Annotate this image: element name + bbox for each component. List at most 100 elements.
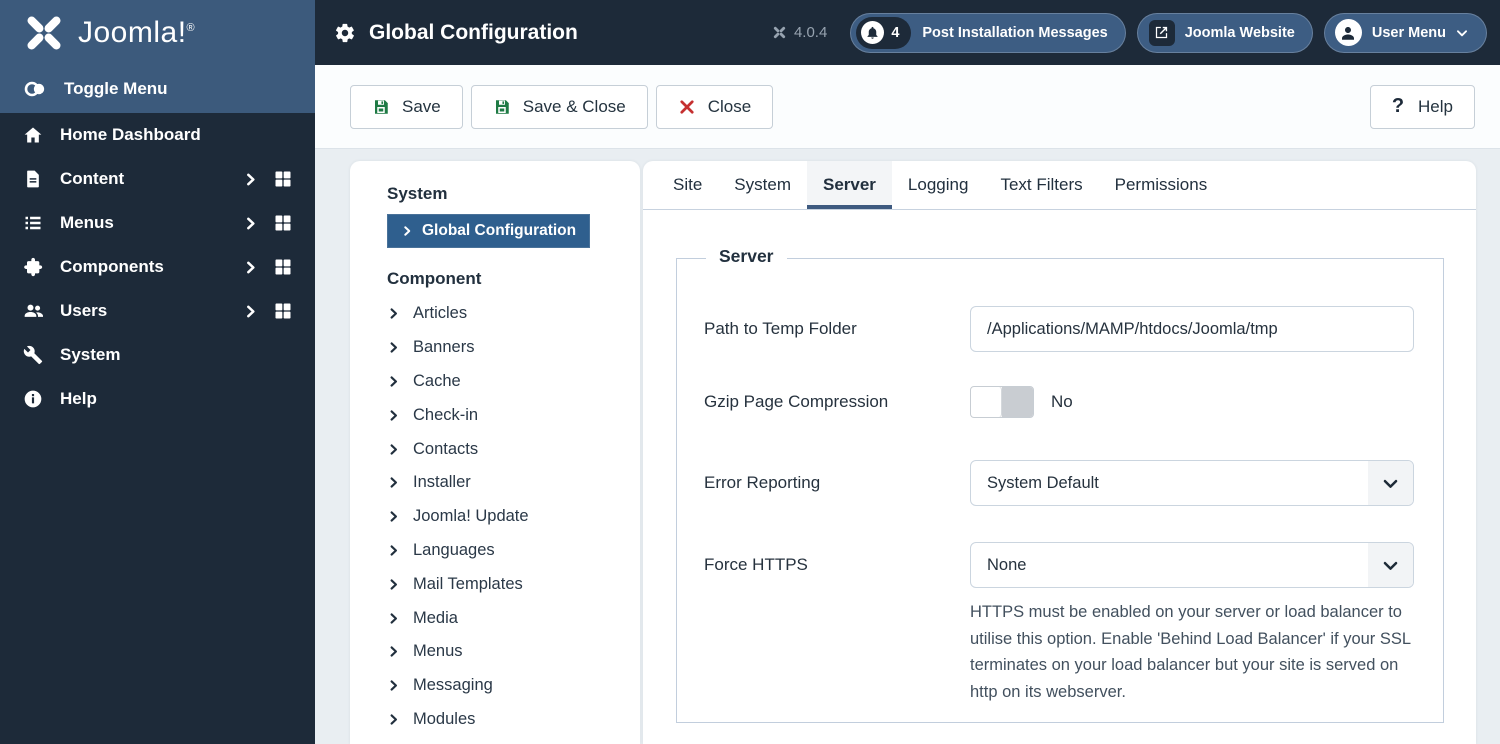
chevron-right-icon[interactable] [243, 172, 258, 187]
gear-icon [334, 22, 356, 44]
sidebar-item-system[interactable]: System [0, 333, 315, 377]
field-row-gzip-compression: Gzip Page Compression No [677, 386, 1443, 418]
field-row-path-to-temp-folder: Path to Temp Folder [677, 306, 1443, 352]
chevron-down-icon [1455, 26, 1469, 40]
save-button[interactable]: Save [350, 84, 463, 129]
component-heading: Component [387, 269, 482, 288]
toggle-value: No [1051, 392, 1073, 411]
grid-icon[interactable] [273, 257, 293, 277]
external-link-icon [1154, 25, 1169, 40]
component-item-contacts[interactable]: Contacts [387, 432, 622, 466]
notification-count: 4 [891, 24, 900, 41]
tab-permissions[interactable]: Permissions [1099, 161, 1224, 209]
tab-server[interactable]: Server [806, 161, 892, 209]
selected-option: System Default [987, 473, 1099, 492]
sidebar-item-help[interactable]: Help [0, 377, 315, 421]
chevron-right-icon [401, 225, 413, 237]
toggle-menu-label: Toggle Menu [64, 79, 168, 98]
component-item-joomla-update[interactable]: Joomla! Update [387, 500, 622, 534]
component-item-cache[interactable]: Cache [387, 365, 622, 399]
component-item-menus[interactable]: Menus [387, 635, 622, 669]
joomla-website-label: Joomla Website [1184, 24, 1295, 41]
chevron-right-icon[interactable] [243, 260, 258, 275]
component-item-languages[interactable]: Languages [387, 534, 622, 568]
bell-icon [865, 25, 880, 40]
wrench-icon [23, 345, 43, 365]
field-label: Gzip Page Compression [704, 392, 889, 411]
version-indicator: 4.0.4 [772, 24, 827, 41]
user-icon [1339, 24, 1357, 42]
component-item-check-in[interactable]: Check-in [387, 398, 622, 432]
chevron-right-icon [387, 544, 400, 557]
chevron-right-icon [387, 307, 400, 320]
close-button[interactable]: Close [655, 84, 774, 129]
chevron-right-icon [387, 510, 400, 523]
fieldset-legend: Server [706, 246, 787, 267]
force-https-select[interactable]: None [970, 542, 1414, 588]
nav-item-global-configuration[interactable]: Global Configuration [387, 214, 591, 248]
chevron-right-icon[interactable] [243, 304, 258, 319]
field-label: Path to Temp Folder [704, 319, 857, 338]
settings-card: Site System Server Logging Text Filters … [643, 161, 1476, 744]
page-title-wrap: Global Configuration [334, 21, 578, 45]
grid-icon[interactable] [273, 301, 293, 321]
user-menu-button[interactable]: User Menu [1323, 12, 1487, 53]
page-title: Global Configuration [369, 20, 578, 44]
component-item-articles[interactable]: Articles [387, 297, 622, 331]
selected-option: None [987, 555, 1027, 574]
save-icon [493, 98, 511, 116]
toggle-knob [971, 387, 1002, 417]
toolbar: Save Save & Close Close ? Help [315, 65, 1500, 149]
post-installation-messages-button[interactable]: 4 Post Installation Messages [850, 12, 1126, 53]
home-icon [23, 125, 43, 145]
sidebar-item-users[interactable]: Users [0, 289, 315, 333]
help-button[interactable]: ? Help [1369, 84, 1475, 129]
users-icon [23, 301, 43, 321]
component-item-installer[interactable]: Installer [387, 466, 622, 500]
save-and-close-button[interactable]: Save & Close [470, 84, 648, 129]
chevron-right-icon [387, 476, 400, 489]
component-item-mail-templates[interactable]: Mail Templates [387, 567, 622, 601]
info-icon [23, 389, 43, 409]
header-bar: Joomla!® Global Configuration 4.0.4 4 Po… [0, 0, 1500, 65]
config-nav-panel: System Global Configuration Component Ar… [350, 161, 640, 744]
chevron-right-icon[interactable] [243, 216, 258, 231]
sidebar-item-home-dashboard[interactable]: Home Dashboard [0, 113, 315, 157]
component-item-messaging[interactable]: Messaging [387, 669, 622, 703]
joomla-version-icon [772, 25, 787, 40]
close-icon [678, 98, 696, 116]
component-item-multilingual[interactable]: Multilingual [387, 736, 622, 744]
tab-logging[interactable]: Logging [892, 161, 985, 209]
component-item-media[interactable]: Media [387, 601, 622, 635]
component-item-banners[interactable]: Banners [387, 331, 622, 365]
field-row-error-reporting: Error Reporting System Default [677, 460, 1443, 506]
version-number: 4.0.4 [793, 24, 828, 41]
gzip-toggle[interactable] [970, 386, 1034, 418]
tab-site[interactable]: Site [657, 161, 718, 209]
chevron-down-icon [1381, 556, 1400, 575]
component-list: Articles Banners Cache Check-in Contacts… [387, 297, 622, 744]
toggle-menu-button[interactable]: Toggle Menu [0, 65, 315, 113]
temp-folder-input[interactable] [970, 306, 1414, 352]
notification-chip: 4 [856, 16, 912, 49]
chevron-right-icon [387, 578, 400, 591]
chevron-right-icon [387, 679, 400, 692]
sidebar-item-menus[interactable]: Menus [0, 201, 315, 245]
error-reporting-select[interactable]: System Default [970, 460, 1414, 506]
tab-system[interactable]: System [718, 161, 807, 209]
brand-wordmark: Joomla!® [78, 15, 196, 49]
tab-text-filters[interactable]: Text Filters [984, 161, 1098, 209]
sidebar-item-components[interactable]: Components [0, 245, 315, 289]
content-area: System Global Configuration Component Ar… [315, 149, 1500, 744]
toggle-icon [23, 77, 47, 101]
joomla-website-button[interactable]: Joomla Website [1136, 12, 1313, 53]
sidebar-item-content[interactable]: Content [0, 157, 315, 201]
joomla-admin-app: Joomla!® Global Configuration 4.0.4 4 Po… [0, 0, 1500, 744]
component-item-modules[interactable]: Modules [387, 703, 622, 737]
field-label: Error Reporting [704, 473, 821, 492]
chevron-right-icon [387, 341, 400, 354]
grid-icon[interactable] [273, 169, 293, 189]
grid-icon[interactable] [273, 213, 293, 233]
field-label: Force HTTPS [704, 555, 808, 574]
brand-logo[interactable]: Joomla!® [0, 0, 315, 65]
